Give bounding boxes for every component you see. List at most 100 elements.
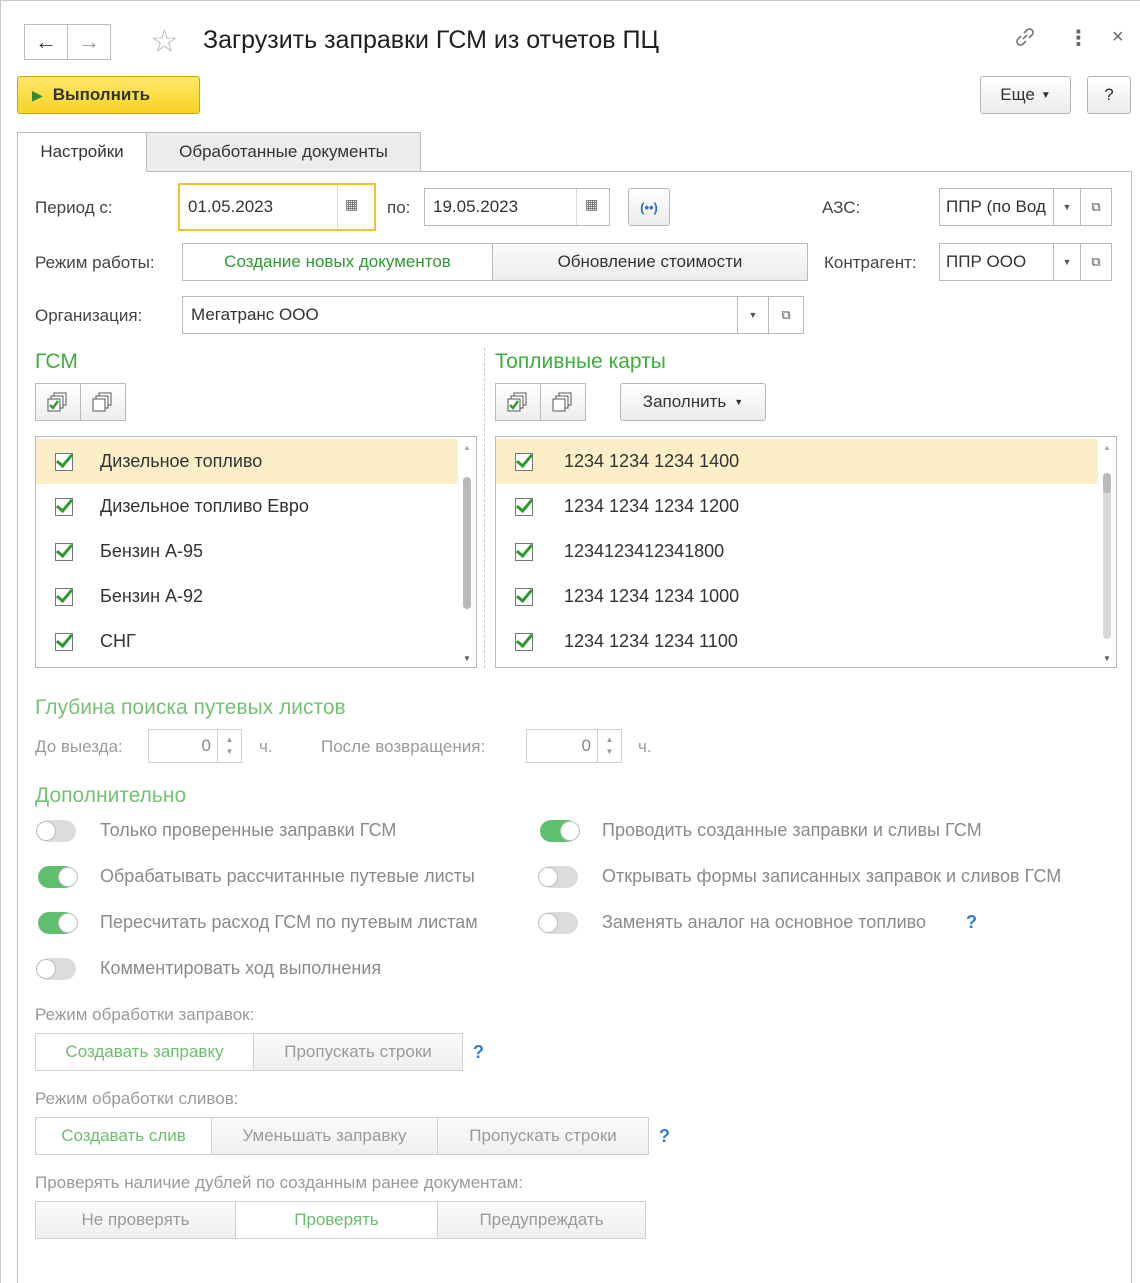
link-icon[interactable]: [1014, 26, 1036, 54]
gsm-list-item[interactable]: Дизельное топливо: [36, 439, 458, 484]
checkbox[interactable]: [515, 587, 533, 606]
duplicates-label: Проверять наличие дублей по созданным ра…: [35, 1173, 523, 1192]
checkbox[interactable]: [55, 542, 73, 561]
toggle-replace-analog[interactable]: [538, 912, 578, 934]
cards-list[interactable]: 1234 1234 1234 1400 1234 1234 1234 1200 …: [495, 436, 1117, 668]
checkbox[interactable]: [55, 497, 73, 516]
uncheck-all-icon: [552, 392, 572, 412]
tab-processed-documents[interactable]: Обработанные документы: [146, 132, 421, 172]
more-button[interactable]: Еще ▼: [980, 76, 1071, 114]
depth-section-title: Глубина поиска путевых листов: [35, 696, 346, 719]
help-button[interactable]: ?: [1087, 76, 1131, 114]
drain-skip-button[interactable]: Пропускать строки: [437, 1117, 649, 1155]
card-item-label: 1234 1234 1234 1200: [564, 496, 740, 516]
gsm-list-item[interactable]: Дизельное топливо Евро: [36, 484, 476, 529]
toggle-open-forms[interactable]: [538, 866, 578, 888]
checkbox[interactable]: [55, 632, 73, 651]
gsm-scrollbar[interactable]: ▲ ▼: [462, 443, 472, 663]
run-button-label: Выполнить: [52, 85, 151, 104]
cards-fill-button[interactable]: Заполнить ▼: [620, 383, 766, 421]
gsm-item-label: Дизельное топливо: [100, 451, 263, 471]
cards-list-item[interactable]: 1234 1234 1234 1200: [496, 484, 1116, 529]
help-question-icon[interactable]: ?: [659, 1126, 670, 1147]
gsm-item-label: Дизельное топливо Евро: [100, 496, 309, 516]
organization-dropdown-button[interactable]: ▼: [737, 296, 769, 334]
azs-label: АЗС:: [822, 198, 861, 217]
gsm-item-label: СНГ: [100, 631, 136, 651]
toggle-comment-progress[interactable]: [36, 958, 76, 980]
open-window-icon: ⧉: [781, 307, 791, 322]
mode-update-cost-button[interactable]: Обновление стоимости: [492, 243, 808, 281]
checkbox[interactable]: [515, 497, 533, 516]
cards-list-item[interactable]: 1234123412341800: [496, 529, 1116, 574]
cards-check-all-button[interactable]: [495, 383, 541, 421]
back-button[interactable]: ←: [24, 24, 68, 60]
toggle-recalculate-consumption[interactable]: [38, 912, 78, 934]
arrow-right-icon: →: [78, 29, 100, 54]
checkbox[interactable]: [515, 542, 533, 561]
option-comment-progress-label: Комментировать ход выполнения: [100, 958, 382, 978]
toggle-post-created[interactable]: [540, 820, 580, 842]
organization-open-button[interactable]: ⧉: [768, 296, 804, 334]
run-button[interactable]: ▶ Выполнить: [17, 76, 200, 114]
gsm-uncheck-all-button[interactable]: [80, 383, 126, 421]
toggle-only-verified[interactable]: [36, 820, 76, 842]
counterparty-dropdown-button[interactable]: ▼: [1053, 243, 1081, 281]
spinner-arrows-icon[interactable]: ▲ ▼: [217, 730, 241, 762]
checkbox[interactable]: [55, 587, 73, 606]
depth-before-value: 0: [201, 736, 211, 755]
gsm-check-all-button[interactable]: [35, 383, 81, 421]
counterparty-label: Контрагент:: [824, 253, 917, 272]
calendar-icon[interactable]: ▦: [585, 196, 598, 213]
close-icon[interactable]: ×: [1112, 26, 1124, 49]
gsm-list[interactable]: Дизельное топливо Дизельное топливо Евро…: [35, 436, 477, 668]
azs-dropdown-button[interactable]: ▼: [1053, 188, 1081, 226]
section-divider: [484, 348, 485, 668]
play-icon: ▶: [32, 86, 43, 103]
organization-value: Мегатранс ООО: [191, 305, 319, 324]
chevron-down-icon: ▼: [748, 310, 758, 320]
drain-reduce-button[interactable]: Уменьшать заправку: [211, 1117, 438, 1155]
refuel-skip-button[interactable]: Пропускать строки: [253, 1033, 463, 1071]
calendar-icon[interactable]: ▦: [345, 196, 358, 213]
checkbox[interactable]: [515, 452, 533, 471]
counterparty-open-button[interactable]: ⧉: [1080, 243, 1112, 281]
gsm-list-item[interactable]: Бензин А-95: [36, 529, 476, 574]
cards-uncheck-all-button[interactable]: [540, 383, 586, 421]
period-from-label: Период с:: [35, 198, 113, 217]
depth-after-field[interactable]: 0 ▲ ▼: [526, 729, 622, 763]
counterparty-field[interactable]: ППР ООО: [939, 243, 1054, 281]
checkbox[interactable]: [55, 452, 73, 471]
cards-list-item[interactable]: 1234 1234 1234 1000: [496, 574, 1116, 619]
azs-open-button[interactable]: ⧉: [1080, 188, 1112, 226]
spinner-arrows-icon[interactable]: ▲ ▼: [597, 730, 621, 762]
gsm-list-item[interactable]: Бензин А-92: [36, 574, 476, 619]
cards-list-item[interactable]: 1234 1234 1234 1100: [496, 619, 1116, 664]
depth-before-field[interactable]: 0 ▲ ▼: [148, 729, 242, 763]
favorite-star-icon[interactable]: ☆: [150, 22, 179, 60]
organization-field[interactable]: Мегатранс ООО: [182, 296, 738, 334]
drain-create-button[interactable]: Создавать слив: [35, 1117, 212, 1155]
mode-create-new-button[interactable]: Создание новых документов: [182, 243, 493, 281]
cards-scrollbar[interactable]: ▲ ▼: [1102, 443, 1112, 663]
period-to-field[interactable]: 19.05.2023: [424, 188, 610, 226]
refuel-create-button[interactable]: Создавать заправку: [35, 1033, 254, 1071]
toggle-process-calculated-waybills[interactable]: [38, 866, 78, 888]
gsm-list-item[interactable]: СНГ: [36, 619, 476, 664]
checkbox[interactable]: [515, 632, 533, 651]
more-vertical-icon[interactable]: ⋮: [1068, 26, 1089, 51]
period-select-button[interactable]: (••): [628, 188, 670, 226]
help-question-icon[interactable]: ?: [473, 1042, 484, 1063]
forward-button[interactable]: →: [67, 24, 111, 60]
duplicates-warn-button[interactable]: Предупреждать: [437, 1201, 646, 1239]
help-question-icon[interactable]: ?: [966, 912, 977, 933]
azs-field[interactable]: ППР (по Вод: [939, 188, 1054, 226]
option-replace-analog-label: Заменять аналог на основное топливо: [602, 912, 926, 932]
cards-list-item[interactable]: 1234 1234 1234 1400: [496, 439, 1098, 484]
chevron-down-icon: ▼: [1062, 202, 1072, 212]
duplicates-check-button[interactable]: Проверять: [235, 1201, 438, 1239]
azs-value: ППР (по Вод: [946, 197, 1046, 216]
duplicates-no-check-button[interactable]: Не проверять: [35, 1201, 236, 1239]
tab-settings[interactable]: Настройки: [17, 132, 147, 172]
option-open-forms-label: Открывать формы записанных заправок и сл…: [602, 866, 1062, 886]
